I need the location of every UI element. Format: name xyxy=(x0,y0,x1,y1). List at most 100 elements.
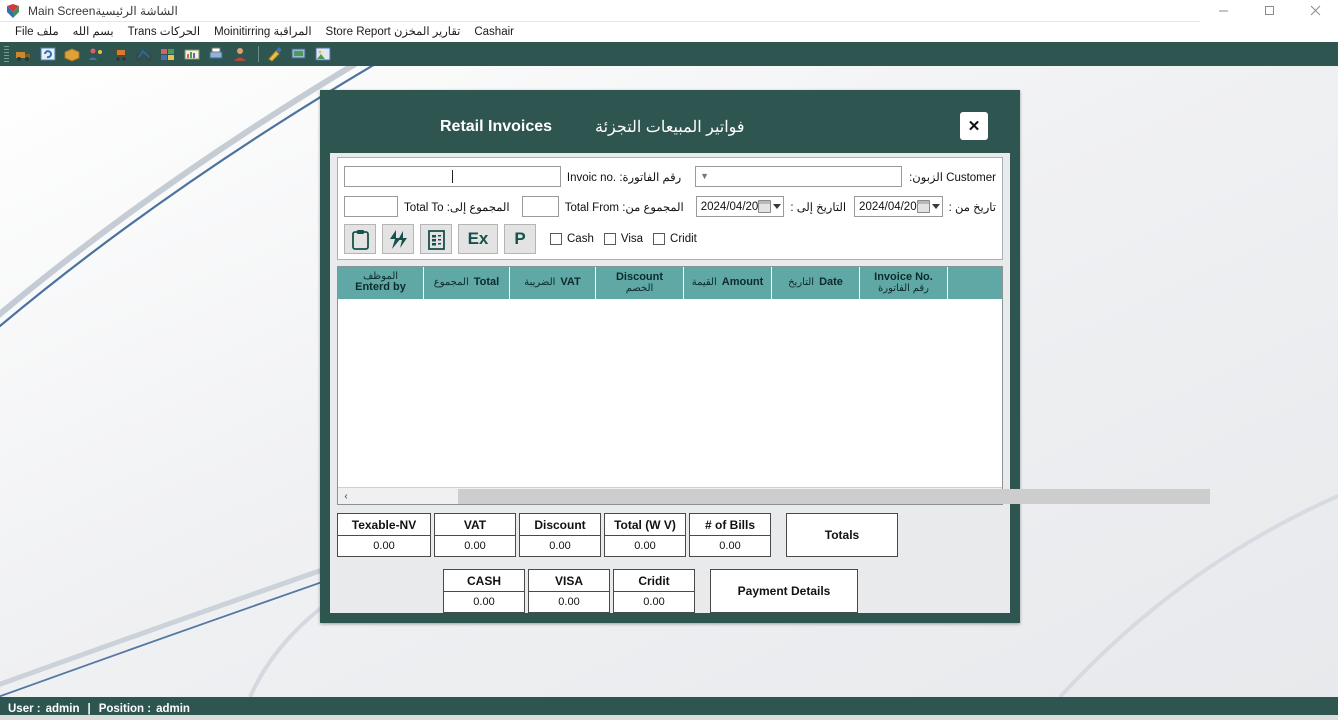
brush-icon[interactable] xyxy=(264,44,286,64)
grid-icon[interactable] xyxy=(157,44,179,64)
cash-checkbox[interactable]: Cash xyxy=(550,233,594,245)
customer-label-ar: الزبون: xyxy=(909,171,943,184)
column-header-entered-by-en: Enterd by xyxy=(355,281,406,294)
close-button[interactable] xyxy=(1292,0,1338,22)
image-icon[interactable] xyxy=(312,44,334,64)
chevron-down-icon: ▼ xyxy=(700,171,710,181)
box-icon[interactable] xyxy=(61,44,83,64)
grid-horizontal-scrollbar[interactable]: ‹ › xyxy=(338,487,1210,504)
column-header-discount-en: Discount xyxy=(615,270,664,283)
date-from-picker[interactable]: 2024/04/20 xyxy=(854,196,943,217)
grid-header-row: الموظف Enterd by المجموع Total الضريبة V… xyxy=(338,267,1002,299)
customer-combo[interactable]: ▼ xyxy=(695,166,903,187)
payment-value-cash: 0.00 xyxy=(443,592,525,613)
menu-item-file[interactable]: File ملف xyxy=(8,22,66,42)
column-header-amount[interactable]: القيمة Amount xyxy=(684,267,772,299)
date-to-picker[interactable]: 2024/04/20 xyxy=(695,196,785,217)
users-icon[interactable] xyxy=(85,44,107,64)
totals-value-total-wv: 0.00 xyxy=(604,536,686,557)
status-user-value: admin xyxy=(45,702,80,715)
bike-icon[interactable] xyxy=(133,44,155,64)
total-from-input[interactable] xyxy=(521,196,559,217)
payment-header-cridit: Cridit xyxy=(613,569,695,592)
payment-details-label: Payment Details xyxy=(710,569,858,613)
text-caret xyxy=(451,170,453,183)
column-header-vat[interactable]: الضريبة VAT xyxy=(510,267,596,299)
payment-value-visa: 0.00 xyxy=(528,592,610,613)
dialog-title-ar: فواتير المبيعات التجزئة xyxy=(595,118,745,136)
menu-item-file-ar: ملف xyxy=(36,26,59,38)
column-header-total-en: Total xyxy=(473,276,500,289)
column-header-discount[interactable]: Discount الخصم xyxy=(596,267,684,299)
clipboard-button[interactable] xyxy=(344,224,376,254)
menubar: File ملف بسم الله Trans الحركات Moinitir… xyxy=(0,22,1338,42)
total-to-input[interactable] xyxy=(344,196,399,217)
column-header-invoice-no[interactable]: Invoice No. رقم الفاتورة xyxy=(860,267,948,299)
maximize-button[interactable] xyxy=(1246,0,1292,22)
cash-checkbox-label: Cash xyxy=(567,233,594,245)
payment-header-cash: CASH xyxy=(443,569,525,592)
person-icon[interactable] xyxy=(229,44,251,64)
visa-checkbox[interactable]: Visa xyxy=(603,233,643,245)
column-header-vat-ar: الضريبة xyxy=(524,276,556,288)
print-button[interactable]: P xyxy=(504,224,536,254)
totals-value-texable-nv: 0.00 xyxy=(337,536,431,557)
retail-invoices-window: Retail Invoices فواتير المبيعات التجزئة … xyxy=(320,90,1210,623)
menu-item-store-report-en: Store Report xyxy=(325,26,391,38)
filter-row-1: Invoic no. رقم الفاتورة: ▼ الزبون: Custo… xyxy=(344,164,996,189)
scroll-left-arrow-icon[interactable]: ‹ xyxy=(338,488,354,504)
menu-item-basmala[interactable]: بسم الله xyxy=(66,22,121,42)
minimize-button[interactable] xyxy=(1200,0,1246,22)
window-controls xyxy=(1200,0,1338,22)
report-button[interactable] xyxy=(420,224,452,254)
menu-item-store-report[interactable]: Store Report تقارير المخزن xyxy=(319,22,468,42)
document-list-icon xyxy=(427,229,445,250)
clipboard-icon xyxy=(351,229,369,250)
total-from-label: Total From المجموع من: xyxy=(565,200,684,214)
lightning-refresh-icon xyxy=(390,229,407,249)
truck-icon[interactable] xyxy=(13,44,35,64)
status-separator: | xyxy=(87,702,91,715)
printer-icon[interactable] xyxy=(205,44,227,64)
export-excel-button[interactable]: Ex xyxy=(458,224,498,254)
close-icon: ✕ xyxy=(967,118,981,135)
menu-item-trans-en: Trans xyxy=(127,26,157,38)
menu-item-basmala-ar: بسم الله xyxy=(72,26,114,38)
menu-item-trans[interactable]: Trans الحركات xyxy=(121,22,207,42)
scrollbar-thumb[interactable] xyxy=(458,488,1210,504)
column-header-total[interactable]: المجموع Total xyxy=(424,267,510,299)
chart-icon[interactable] xyxy=(181,44,203,64)
total-to-label-ar: المجموع إلى: xyxy=(446,201,510,214)
column-header-amount-ar: القيمة xyxy=(691,276,717,288)
menu-item-cashair[interactable]: Cashair xyxy=(467,22,521,42)
invoice-no-input[interactable] xyxy=(344,166,561,187)
window-title-ar: الشاشة الرئيسية xyxy=(95,3,178,18)
totals-col-vat: VAT 0.00 xyxy=(434,513,516,557)
column-header-entered-by[interactable]: الموظف Enterd by xyxy=(338,267,424,299)
screen-icon[interactable] xyxy=(288,44,310,64)
menu-item-monitoring-ar: المراقبة xyxy=(273,26,312,38)
totals-col-discount: Discount 0.00 xyxy=(519,513,601,557)
totals-header-total-wv: Total (W V) xyxy=(604,513,686,536)
cart-icon[interactable] xyxy=(109,44,131,64)
invoice-no-label-en: Invoic no. xyxy=(566,171,617,184)
refresh-icon[interactable] xyxy=(37,44,59,64)
scrollbar-track[interactable] xyxy=(354,488,1210,504)
column-header-vat-en: VAT xyxy=(560,276,581,289)
grid-body[interactable] xyxy=(338,299,1002,487)
customer-label: الزبون: Customer xyxy=(909,170,996,184)
totals-value-bills: 0.00 xyxy=(689,536,771,557)
checkbox-box-icon xyxy=(603,233,616,245)
column-header-total-ar: المجموع xyxy=(433,276,469,288)
dialog-close-button[interactable]: ✕ xyxy=(960,112,988,140)
menu-item-monitoring[interactable]: Moinitirring المراقبة xyxy=(207,22,318,42)
toolbar-grip[interactable] xyxy=(4,46,9,62)
menu-item-file-en: File xyxy=(15,26,34,38)
app-logo-icon xyxy=(5,3,21,19)
refresh-button[interactable] xyxy=(382,224,414,254)
column-header-date[interactable]: التاريخ Date xyxy=(772,267,860,299)
chevron-down-icon xyxy=(773,204,782,209)
column-header-invoice-no-en: Invoice No. xyxy=(874,270,933,283)
totals-value-discount: 0.00 xyxy=(519,536,601,557)
cridit-checkbox[interactable]: Cridit xyxy=(653,233,697,245)
